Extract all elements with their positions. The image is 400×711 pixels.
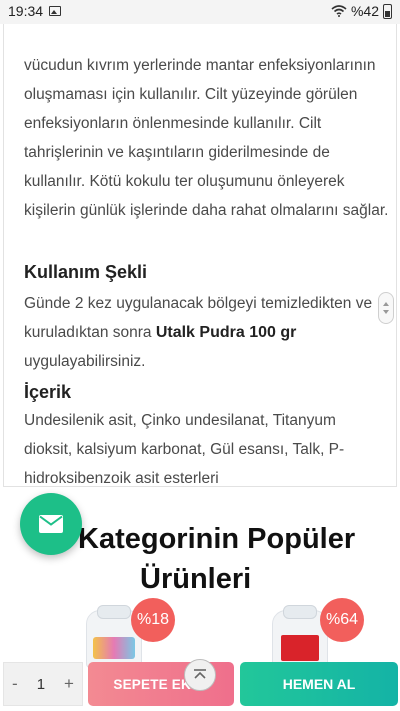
bottle-cap bbox=[283, 605, 317, 619]
bottle-label bbox=[93, 637, 135, 659]
double-chevron-up-icon bbox=[194, 669, 206, 679]
image-icon bbox=[49, 6, 61, 16]
status-bar: 19:34 %42 bbox=[0, 0, 400, 24]
status-time: 19:34 bbox=[8, 3, 44, 19]
scroll-handle[interactable] bbox=[378, 292, 394, 324]
quantity-stepper[interactable]: - 1 + bbox=[3, 662, 83, 706]
usage-heading: Kullanım Şekli bbox=[24, 262, 148, 282]
mail-icon bbox=[39, 515, 63, 533]
description-text: vücudun kıvrım yerlerinde mantar enfeksi… bbox=[24, 57, 389, 219]
popular-title-line1: Kategorinin Popüler bbox=[78, 523, 356, 555]
usage-text-after: uygulayabilirsiniz. bbox=[24, 353, 146, 370]
chevron-down-icon bbox=[383, 310, 389, 314]
usage-product-name: Utalk Pudra 100 gr bbox=[155, 324, 297, 341]
discount-badge: %18 bbox=[131, 598, 175, 642]
quantity-minus-button[interactable]: - bbox=[12, 674, 18, 694]
bottle-label bbox=[281, 635, 319, 661]
product-description-panel: vücudun kıvrım yerlerinde mantar enfeksi… bbox=[3, 24, 397, 487]
mail-button[interactable] bbox=[20, 493, 82, 555]
wifi-icon bbox=[331, 5, 347, 17]
battery-percent: %42 bbox=[350, 3, 379, 19]
ingredients-heading: İçerik bbox=[24, 382, 72, 402]
status-right: %42 bbox=[331, 3, 392, 19]
quantity-value[interactable]: 1 bbox=[37, 676, 45, 693]
scroll-to-top-button[interactable] bbox=[184, 659, 216, 691]
buy-now-button[interactable]: HEMEN AL bbox=[240, 662, 398, 706]
popular-products-title: Kategorinin Popüler Ürünleri bbox=[78, 519, 388, 599]
quantity-plus-button[interactable]: + bbox=[64, 674, 74, 694]
bottle-cap bbox=[97, 605, 131, 619]
chevron-up-icon bbox=[383, 302, 389, 306]
battery-icon bbox=[383, 3, 392, 19]
usage-text: Günde 2 kez uygulanacak bölgeyi temizled… bbox=[24, 289, 380, 376]
popular-title-line2: Ürünleri bbox=[140, 563, 252, 595]
discount-badge: %64 bbox=[320, 598, 364, 642]
ingredients-text: Undesilenik asit, Çinko undesilanat, Tit… bbox=[24, 412, 345, 487]
